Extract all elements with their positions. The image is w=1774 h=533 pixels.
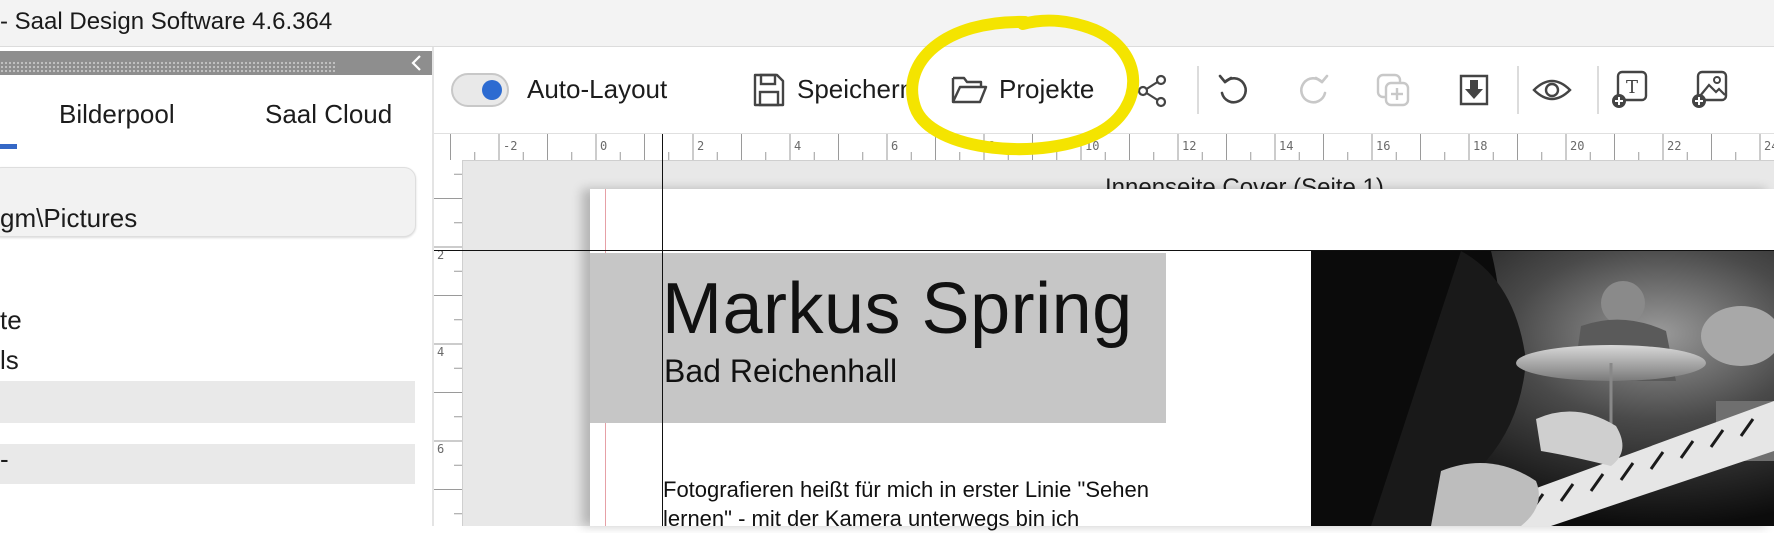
ruler-tick-label: 4 — [794, 139, 801, 153]
pianist-photo[interactable] — [1311, 251, 1774, 526]
tab-saal-cloud[interactable]: Saal Cloud — [265, 99, 392, 130]
ruler-tick-label: 22 — [1667, 139, 1681, 153]
preview-eye-icon[interactable] — [1532, 76, 1572, 104]
panel-drag-handle[interactable] — [0, 51, 432, 75]
name-heading[interactable]: Markus Spring — [662, 268, 1133, 350]
body-text-frame[interactable]: Fotografieren heißt für mich in erster L… — [663, 475, 1183, 533]
ruler-tick-label: 24 — [1764, 139, 1774, 153]
ruler-tick-label: 12 — [1182, 139, 1196, 153]
collapse-chevron-left-icon[interactable] — [408, 54, 426, 72]
ruler-tick-label: 16 — [1376, 139, 1390, 153]
window-title: - Saal Design Software 4.6.364 — [0, 8, 333, 35]
ruler-tick-label: 18 — [1473, 139, 1487, 153]
ruler-tick-label: 6 — [891, 139, 898, 153]
ruler-tick-label: 14 — [1279, 139, 1293, 153]
save-button[interactable] — [752, 72, 786, 108]
highlight-circle-annotation — [906, 14, 1140, 156]
horizontal-guide-line[interactable] — [434, 250, 1774, 251]
list-item[interactable]: - — [0, 444, 415, 484]
svg-text:T: T — [1626, 77, 1638, 98]
title-bar: - Saal Design Software 4.6.364 — [0, 0, 1774, 47]
sidebar-panel: Bilderpool Saal Cloud gm\Pictures te ls … — [0, 47, 434, 526]
ruler-tick-label: 2 — [697, 139, 704, 153]
list-item-selected[interactable] — [0, 381, 415, 423]
city-subheading[interactable]: Bad Reichenhall — [664, 353, 897, 390]
ruler-tick-label: 0 — [600, 139, 607, 153]
list-item[interactable]: te — [0, 305, 22, 336]
ruler-scale: 246 — [434, 173, 462, 515]
save-label[interactable]: Speichern — [797, 74, 914, 105]
auto-layout-toggle[interactable] — [451, 73, 509, 107]
tab-bilderpool[interactable]: Bilderpool — [59, 99, 175, 130]
toolbar-separator — [1597, 66, 1599, 114]
add-image-icon[interactable] — [1690, 70, 1730, 110]
vertical-guide-line[interactable] — [662, 134, 663, 526]
active-tab-indicator — [0, 144, 17, 149]
redo-icon[interactable] — [1296, 72, 1332, 108]
list-item[interactable]: ls — [0, 345, 19, 376]
undo-icon[interactable] — [1215, 72, 1251, 108]
download-icon[interactable] — [1458, 73, 1490, 107]
toggle-knob — [482, 80, 502, 100]
ruler-tick-label: -2 — [503, 139, 517, 153]
ruler-tick-label: 6 — [437, 442, 444, 456]
duplicate-icon[interactable] — [1375, 72, 1411, 108]
auto-layout-label: Auto-Layout — [527, 74, 668, 104]
ruler-tick-label: 20 — [1570, 139, 1584, 153]
photo-image — [1311, 251, 1774, 526]
save-icon — [753, 73, 785, 107]
toolbar-separator — [1197, 66, 1199, 114]
vertical-ruler: 246 — [434, 160, 463, 526]
toolbar-separator — [1517, 66, 1519, 114]
add-text-icon[interactable]: T — [1610, 70, 1650, 110]
ruler-tick-label: 4 — [437, 345, 444, 359]
grip-dots — [0, 61, 335, 73]
folder-path: gm\Pictures — [0, 203, 138, 233]
